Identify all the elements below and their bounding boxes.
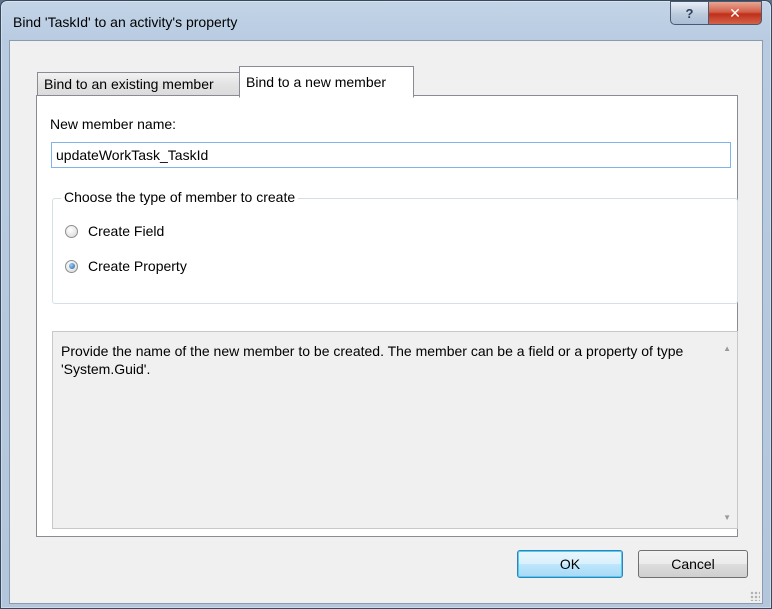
create-field-option[interactable]: Create Field (65, 223, 164, 239)
create-property-option[interactable]: Create Property (65, 258, 187, 274)
down-arrow-icon[interactable]: ▼ (723, 513, 731, 522)
up-arrow-icon[interactable]: ▲ (723, 344, 731, 353)
ok-button[interactable]: OK (517, 550, 623, 578)
help-button[interactable]: ? (670, 1, 709, 25)
tab-panel: New member name: Choose the type of memb… (36, 95, 738, 537)
dialog-window: Bind 'TaskId' to an activity's property … (0, 0, 772, 609)
close-icon: ✕ (729, 4, 741, 21)
help-icon: ? (685, 5, 694, 21)
close-button[interactable]: ✕ (708, 1, 762, 25)
description-box: Provide the name of the new member to be… (52, 331, 738, 529)
create-field-radio[interactable] (65, 224, 78, 238)
cancel-button[interactable]: Cancel (638, 550, 748, 578)
create-field-label: Create Field (88, 223, 165, 239)
resize-grip-icon[interactable] (750, 591, 760, 601)
tab-label: Bind to an existing member (44, 76, 214, 92)
create-property-label: Create Property (88, 258, 187, 274)
tab-label: Bind to a new member (246, 74, 387, 90)
member-name-input[interactable] (51, 142, 731, 168)
tab-bind-existing-member[interactable]: Bind to an existing member (37, 72, 245, 95)
member-name-label: New member name: (50, 116, 177, 132)
description-text: Provide the name of the new member to be… (61, 343, 684, 377)
member-type-group-title: Choose the type of member to create (61, 189, 299, 205)
create-property-radio[interactable] (65, 259, 78, 273)
dialog-body: Bind to an existing member Bind to a new… (9, 40, 763, 604)
member-type-group: Choose the type of member to create Crea… (52, 189, 738, 304)
tab-bind-new-member[interactable]: Bind to a new member (239, 66, 414, 98)
window-title: Bind 'TaskId' to an activity's property (13, 14, 238, 30)
title-bar[interactable]: Bind 'TaskId' to an activity's property … (1, 1, 771, 41)
